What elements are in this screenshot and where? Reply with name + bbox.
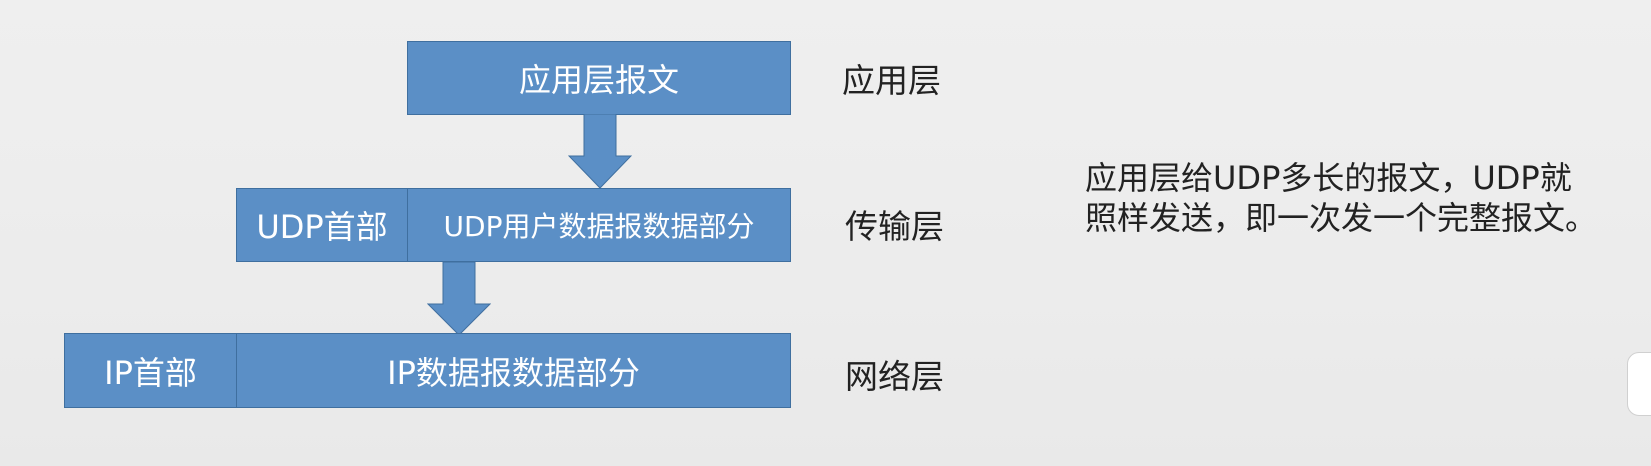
udp-header-box: UDP首部 bbox=[236, 188, 408, 262]
network-layer-label: 网络层 bbox=[845, 357, 944, 396]
ip-header-label: IP首部 bbox=[104, 353, 197, 392]
ip-data-box: IP数据报数据部分 bbox=[236, 333, 791, 408]
udp-header-label: UDP首部 bbox=[256, 208, 388, 246]
explanation-note: 应用层给UDP多长的报文，UDP就 照样发送，即一次发一个完整报文。 bbox=[1085, 158, 1597, 238]
edge-panel-handle[interactable] bbox=[1627, 352, 1651, 416]
udp-data-box: UDP用户数据报数据部分 bbox=[407, 188, 791, 262]
application-message-label: 应用层报文 bbox=[518, 61, 679, 99]
application-layer-label: 应用层 bbox=[842, 61, 941, 100]
udp-data-label: UDP用户数据报数据部分 bbox=[443, 210, 755, 243]
ip-data-label: IP数据报数据部分 bbox=[387, 353, 640, 392]
down-arrow-icon bbox=[568, 114, 632, 189]
down-arrow-icon bbox=[427, 262, 491, 336]
transport-layer-label: 传输层 bbox=[845, 207, 944, 246]
note-line-2: 照样发送，即一次发一个完整报文。 bbox=[1085, 199, 1598, 237]
application-message-box: 应用层报文 bbox=[407, 41, 791, 115]
note-line-1: 应用层给UDP多长的报文，UDP就 bbox=[1085, 159, 1572, 197]
ip-header-box: IP首部 bbox=[64, 333, 237, 408]
